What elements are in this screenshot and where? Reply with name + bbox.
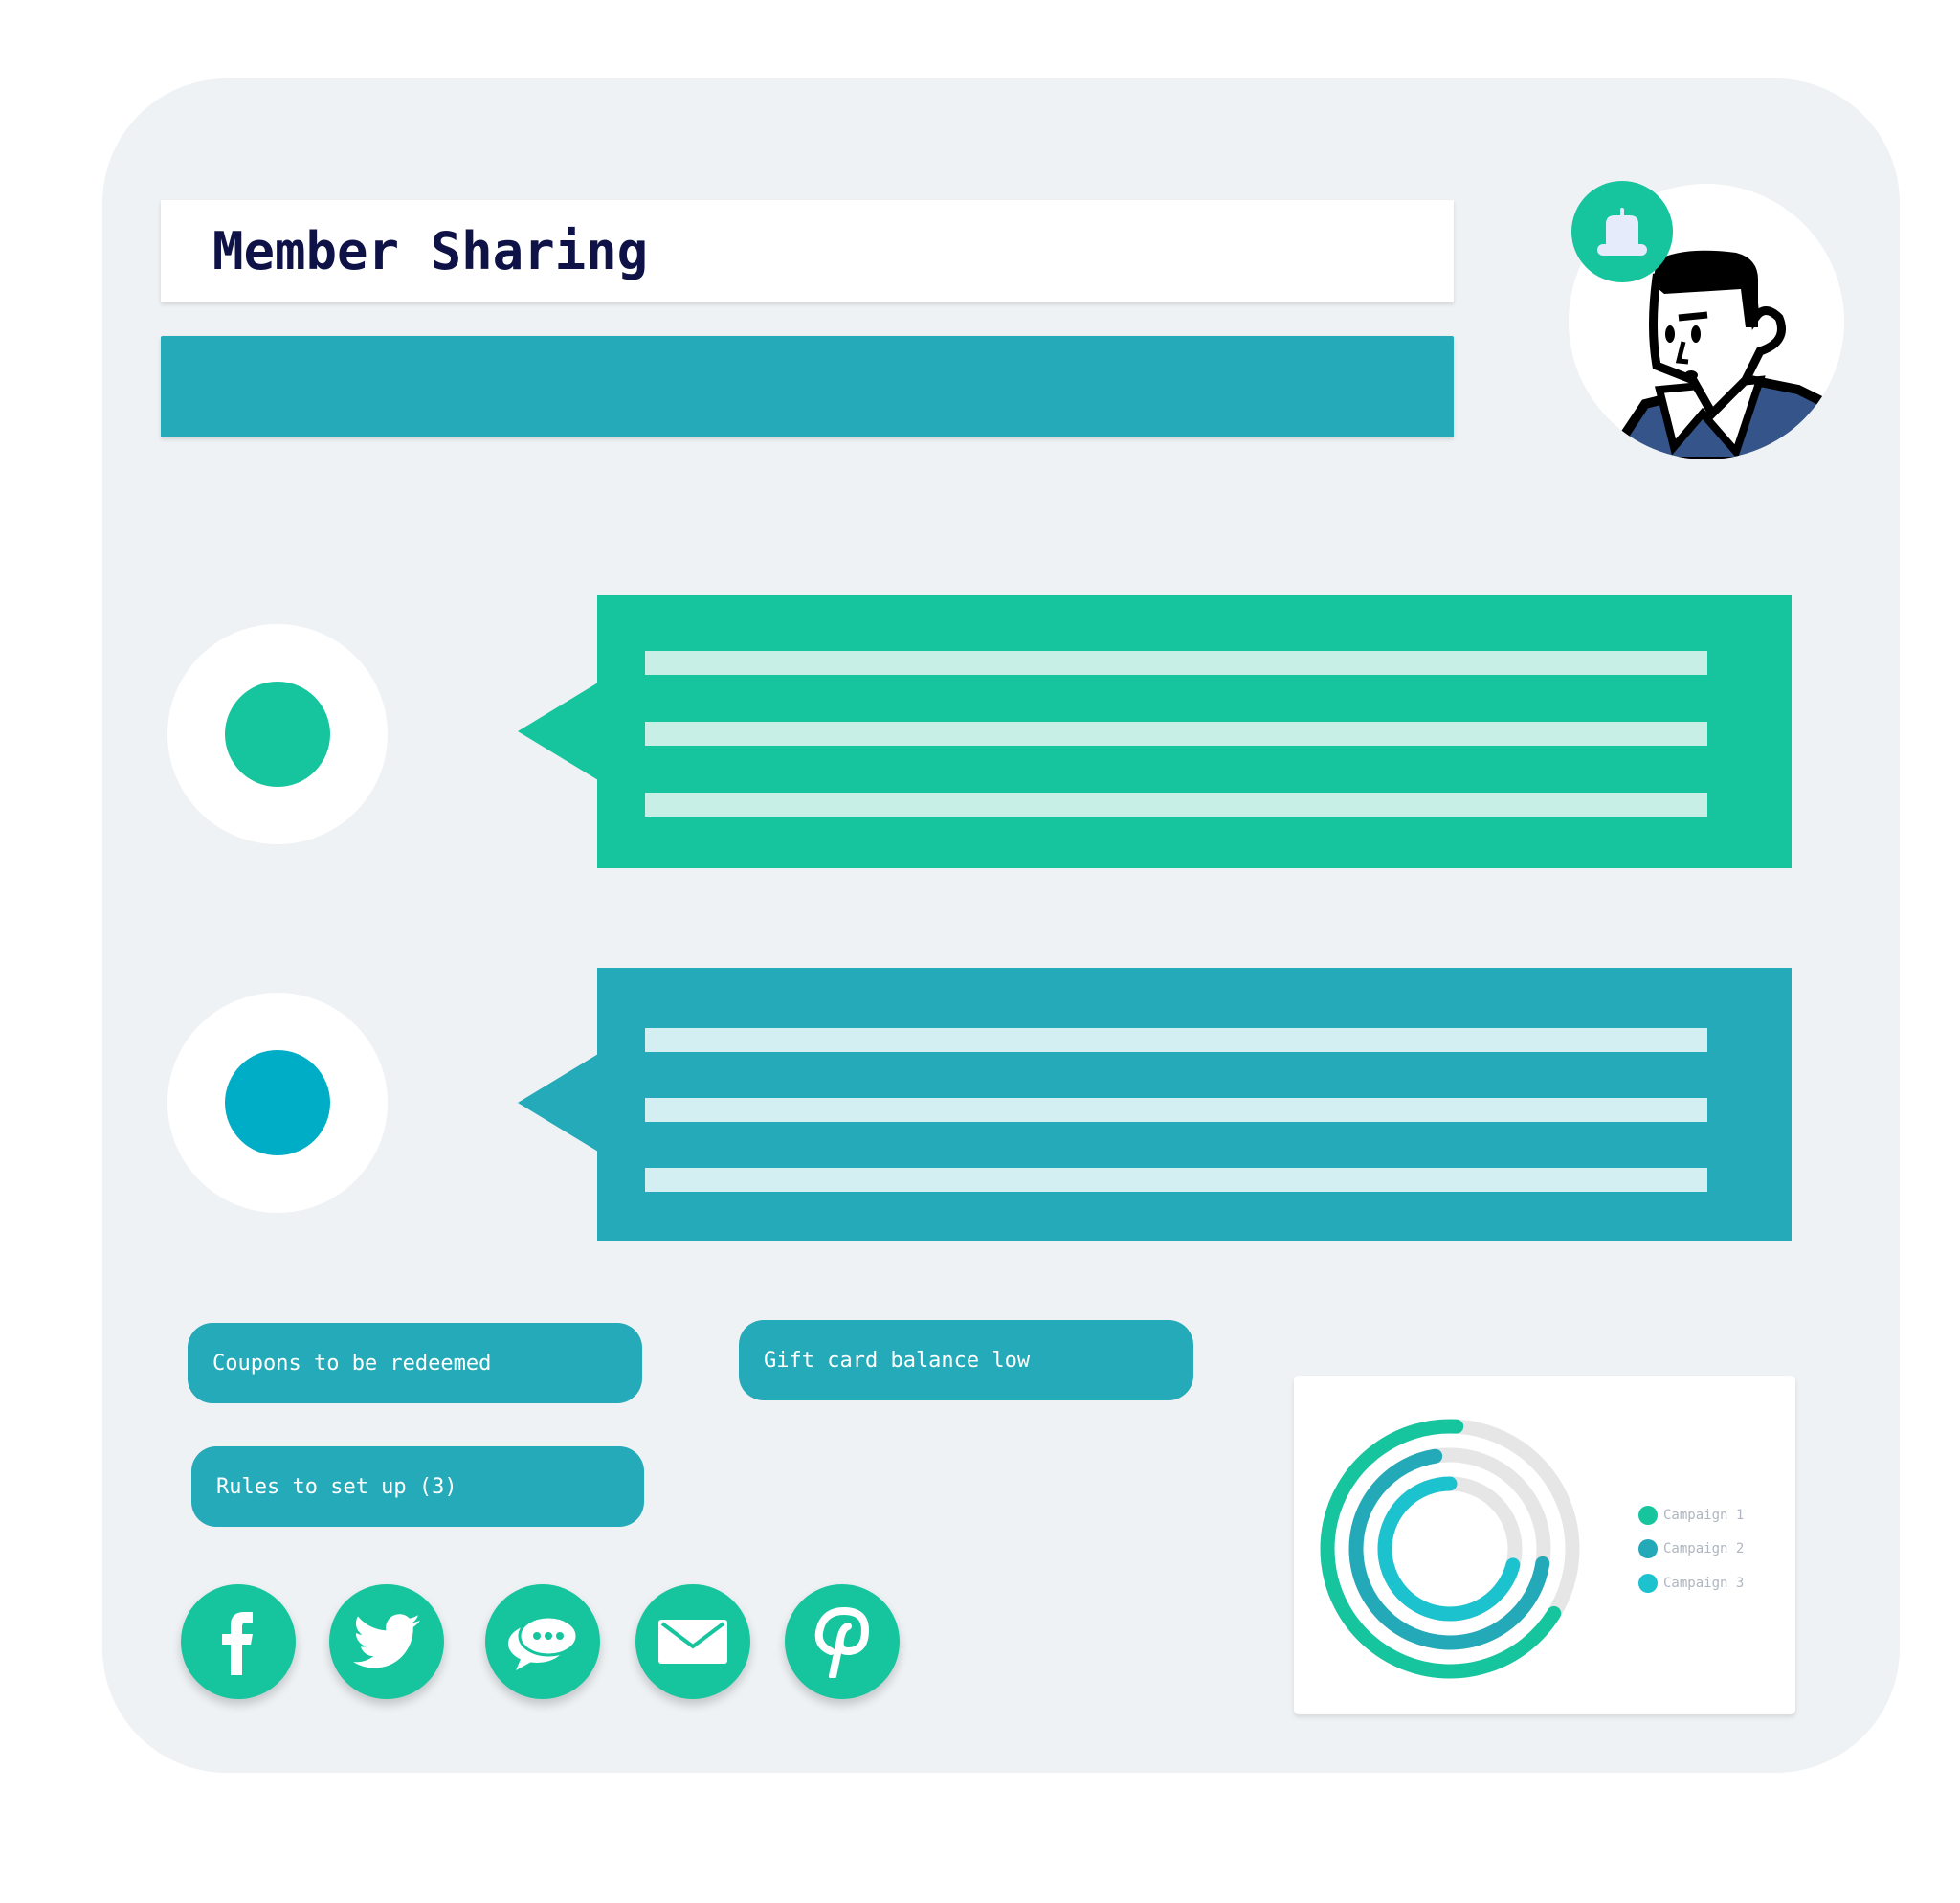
coupons-button[interactable]: Coupons to be redeemed <box>188 1323 642 1403</box>
header-bar: Member Sharing <box>161 200 1454 302</box>
text-line-placeholder <box>645 1168 1707 1192</box>
email-button[interactable] <box>635 1584 750 1699</box>
campaign-chart-card: Campaign 1 Campaign 2 Campaign 3 <box>1294 1376 1795 1714</box>
message-node-2 <box>167 993 388 1213</box>
facebook-button[interactable] <box>181 1584 296 1699</box>
banner-bar <box>161 336 1454 437</box>
gift-card-button[interactable]: Gift card balance low <box>739 1320 1193 1400</box>
legend-item: Campaign 3 <box>1638 1574 1744 1593</box>
message-node-1 <box>167 624 388 844</box>
text-line-placeholder <box>645 1098 1707 1122</box>
message-bubble-2[interactable] <box>597 968 1792 1241</box>
notification-button[interactable] <box>1571 181 1673 282</box>
status-dot <box>225 682 330 787</box>
twitter-button[interactable] <box>329 1584 444 1699</box>
legend-item: Campaign 2 <box>1638 1539 1744 1558</box>
bubble-pointer <box>518 683 598 780</box>
text-line-placeholder <box>645 1028 1707 1052</box>
chat-icon <box>508 1615 579 1670</box>
coupons-label: Coupons to be redeemed <box>212 1351 492 1376</box>
page-title: Member Sharing <box>212 221 649 281</box>
facebook-icon <box>222 1612 253 1675</box>
legend-label: Campaign 1 <box>1663 1508 1745 1523</box>
pinterest-icon <box>814 1606 870 1678</box>
legend-item: Campaign 1 <box>1638 1506 1744 1525</box>
twitter-icon <box>353 1614 420 1668</box>
text-line-placeholder <box>645 722 1707 746</box>
legend-swatch <box>1638 1574 1658 1593</box>
legend-label: Campaign 3 <box>1663 1576 1745 1591</box>
message-bubble-1[interactable] <box>597 595 1792 868</box>
email-icon <box>658 1620 727 1664</box>
radial-progress-chart <box>1320 1419 1580 1679</box>
text-line-placeholder <box>645 793 1707 817</box>
text-line-placeholder <box>645 651 1707 675</box>
rules-label: Rules to set up (3) <box>216 1474 457 1499</box>
chat-button[interactable] <box>485 1584 600 1699</box>
status-dot <box>225 1050 330 1155</box>
rules-button[interactable]: Rules to set up (3) <box>191 1446 644 1527</box>
gift-card-label: Gift card balance low <box>764 1348 1031 1373</box>
bell-icon <box>1597 208 1647 256</box>
legend-swatch <box>1638 1506 1658 1525</box>
legend-label: Campaign 2 <box>1663 1541 1745 1556</box>
bubble-pointer <box>518 1054 598 1152</box>
legend-swatch <box>1638 1539 1658 1558</box>
pinterest-button[interactable] <box>785 1584 900 1699</box>
